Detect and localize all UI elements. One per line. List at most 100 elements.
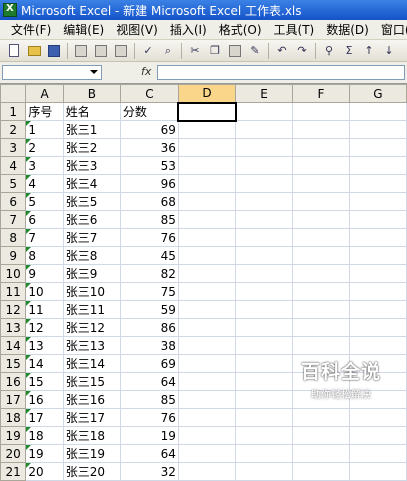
select-all-corner[interactable] [0, 84, 27, 103]
sort-ascending-icon[interactable]: ↑ [361, 43, 377, 59]
cell[interactable]: 16 [25, 390, 64, 409]
cell[interactable]: 20 [25, 462, 64, 481]
menu-tools[interactable]: 工具(T) [268, 21, 321, 38]
empty-cell[interactable] [348, 336, 407, 355]
row-header[interactable]: 5 [0, 174, 27, 193]
empty-cell[interactable] [348, 318, 407, 337]
cut-icon[interactable]: ✂ [187, 43, 203, 59]
cell[interactable]: 张三18 [62, 426, 121, 445]
cell[interactable]: 张三1 [62, 120, 121, 139]
open-folder-icon[interactable] [26, 43, 42, 59]
cell[interactable]: 32 [119, 462, 179, 481]
empty-cell[interactable] [235, 264, 293, 283]
menu-file[interactable]: 文件(F) [5, 21, 57, 38]
empty-cell[interactable] [348, 120, 407, 139]
row-header[interactable]: 13 [0, 318, 27, 337]
row-header[interactable]: 2 [0, 120, 27, 139]
menu-format[interactable]: 格式(O) [213, 21, 268, 38]
empty-cell[interactable] [235, 426, 293, 445]
cell[interactable]: 分数 [119, 102, 179, 121]
cell[interactable]: 85 [119, 210, 179, 229]
cell[interactable]: 张三8 [62, 246, 121, 265]
cell[interactable]: 3 [25, 156, 64, 175]
new-document-icon[interactable] [6, 43, 22, 59]
cell[interactable]: 75 [119, 282, 179, 301]
paste-icon[interactable] [227, 43, 243, 59]
empty-cell[interactable] [291, 246, 350, 265]
empty-cell[interactable] [348, 282, 407, 301]
cell[interactable]: 10 [25, 282, 64, 301]
menu-view[interactable]: 视图(V) [110, 21, 164, 38]
empty-cell[interactable] [177, 156, 237, 175]
cell[interactable]: 姓名 [62, 102, 121, 121]
empty-cell[interactable] [177, 444, 237, 463]
cell[interactable]: 76 [119, 228, 179, 247]
empty-cell[interactable] [235, 228, 293, 247]
menu-window[interactable]: 窗口(W) [375, 21, 407, 38]
empty-cell[interactable] [291, 462, 350, 481]
empty-cell[interactable] [177, 372, 237, 391]
cell[interactable]: 张三5 [62, 192, 121, 211]
empty-cell[interactable] [291, 228, 350, 247]
empty-cell[interactable] [348, 444, 407, 463]
cell[interactable]: 86 [119, 318, 179, 337]
cell[interactable]: 12 [25, 318, 64, 337]
cell[interactable]: 6 [25, 210, 64, 229]
empty-cell[interactable] [291, 390, 350, 409]
empty-cell[interactable] [235, 138, 293, 157]
row-header[interactable]: 16 [0, 372, 27, 391]
empty-cell[interactable] [291, 210, 350, 229]
empty-cell[interactable] [235, 336, 293, 355]
save-icon[interactable] [46, 43, 62, 59]
undo-icon[interactable]: ↶ [274, 43, 290, 59]
empty-cell[interactable] [291, 156, 350, 175]
sort-descending-icon[interactable]: ↓ [381, 43, 397, 59]
empty-cell[interactable] [291, 426, 350, 445]
insert-function-icon[interactable]: fx [141, 65, 151, 78]
empty-cell[interactable] [177, 426, 237, 445]
cell[interactable]: 11 [25, 300, 64, 319]
empty-cell[interactable] [177, 336, 237, 355]
empty-cell[interactable] [177, 390, 237, 409]
empty-cell[interactable] [235, 246, 293, 265]
cell[interactable]: 19 [25, 444, 64, 463]
cell[interactable]: 19 [119, 426, 179, 445]
excel-app-icon[interactable] [3, 3, 17, 17]
cell[interactable]: 64 [119, 444, 179, 463]
menu-data[interactable]: 数据(D) [320, 21, 375, 38]
row-header[interactable]: 1 [0, 102, 27, 121]
empty-cell[interactable] [235, 318, 293, 337]
cell[interactable]: 64 [119, 372, 179, 391]
empty-cell[interactable] [177, 300, 237, 319]
empty-cell[interactable] [235, 282, 293, 301]
cell[interactable]: 69 [119, 354, 179, 373]
row-header[interactable]: 11 [0, 282, 27, 301]
row-header[interactable]: 4 [0, 156, 27, 175]
cell[interactable]: 张三14 [62, 354, 121, 373]
empty-cell[interactable] [177, 174, 237, 193]
empty-cell[interactable] [348, 390, 407, 409]
empty-cell[interactable] [348, 174, 407, 193]
column-header-a[interactable]: A [25, 84, 64, 103]
empty-cell[interactable] [235, 192, 293, 211]
empty-cell[interactable] [235, 462, 293, 481]
row-header[interactable]: 6 [0, 192, 27, 211]
research-icon[interactable]: ⌕ [160, 43, 176, 59]
row-header[interactable]: 15 [0, 354, 27, 373]
column-header-c[interactable]: C [119, 84, 179, 103]
empty-cell[interactable] [235, 156, 293, 175]
cell[interactable]: 5 [25, 192, 64, 211]
name-box[interactable] [2, 65, 102, 80]
column-header-g[interactable]: G [348, 84, 407, 103]
formula-input[interactable] [157, 65, 405, 80]
empty-cell[interactable] [348, 246, 407, 265]
autosum-icon[interactable]: Σ [341, 43, 357, 59]
empty-cell[interactable] [235, 372, 293, 391]
cell[interactable]: 张三2 [62, 138, 121, 157]
cell[interactable]: 76 [119, 408, 179, 427]
empty-cell[interactable] [291, 120, 350, 139]
column-header-b[interactable]: B [62, 84, 121, 103]
cell[interactable]: 96 [119, 174, 179, 193]
cell[interactable]: 82 [119, 264, 179, 283]
empty-cell[interactable] [348, 408, 407, 427]
